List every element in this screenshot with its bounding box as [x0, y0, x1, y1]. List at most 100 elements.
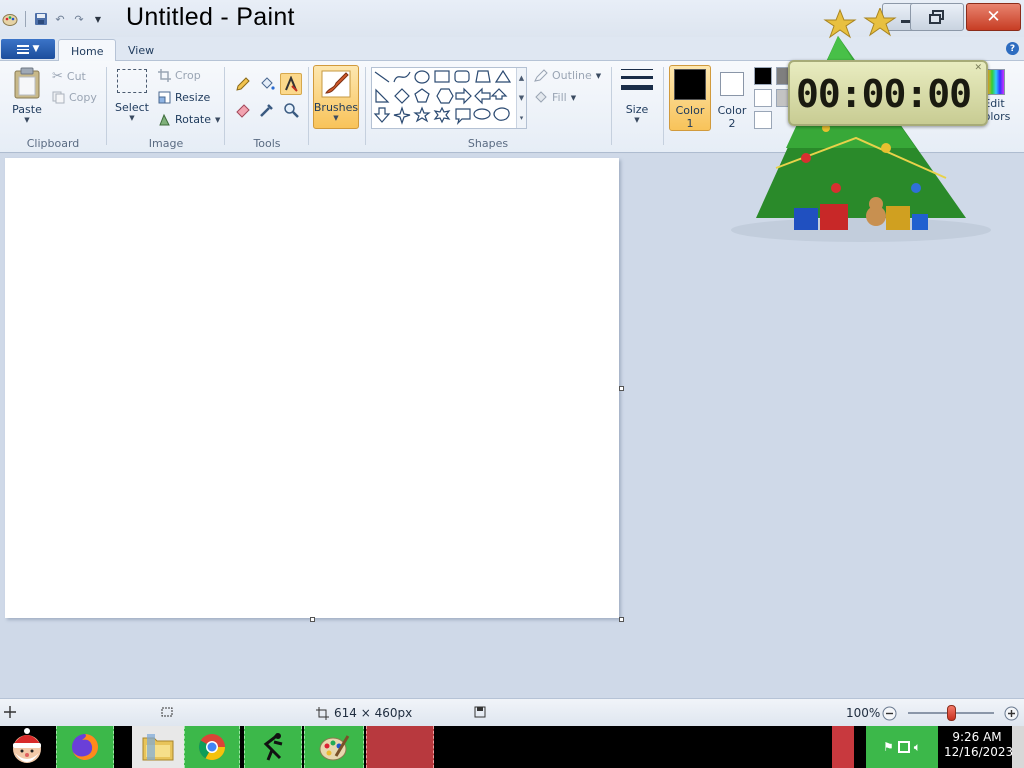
chevron-down-icon: ▼	[24, 116, 30, 124]
zoom-out-button[interactable]	[882, 706, 897, 721]
fill-icon	[535, 91, 547, 103]
chevron-down-icon: ▼	[129, 114, 135, 122]
volume-icon[interactable]: 🔈︎	[914, 740, 921, 755]
taskbar-item-red[interactable]	[366, 726, 434, 768]
size-button[interactable]: Size ▼	[618, 67, 656, 124]
folder-icon	[142, 734, 174, 761]
select-button[interactable]: Select ▼	[112, 69, 152, 122]
outline-button[interactable]: Outline ▼	[534, 69, 601, 82]
show-desktop-button[interactable]	[1012, 726, 1024, 768]
taskbar: ⚑ 🔈︎ 9:26 AM 12/16/2023	[0, 726, 1024, 768]
shapes-group-label: Shapes	[467, 137, 509, 150]
clock-date: 12/16/2023	[944, 745, 1014, 759]
paste-button[interactable]: Paste ▼	[8, 67, 46, 124]
close-icon[interactable]: ✕	[974, 63, 982, 73]
resize-handle-bottom[interactable]	[310, 617, 315, 622]
group-separator	[308, 67, 309, 145]
copy-button[interactable]: Copy	[52, 91, 97, 104]
taskbar-app-figure[interactable]	[244, 726, 302, 768]
clock-time: 9:26 AM	[952, 730, 1002, 744]
taskbar-firefox[interactable]	[56, 726, 114, 768]
undo-icon[interactable]: ↶	[52, 11, 68, 27]
flag-icon[interactable]: ⚑	[883, 740, 894, 754]
group-separator	[224, 67, 225, 145]
group-separator	[365, 67, 366, 145]
chrome-icon	[198, 734, 226, 761]
shapes-gallery-icons	[373, 69, 512, 125]
rotate-label: Rotate	[175, 113, 212, 126]
window-title: Untitled - Paint	[126, 3, 295, 31]
help-icon[interactable]: ?	[1006, 42, 1019, 55]
paint-palette-icon	[319, 735, 350, 761]
magnifier-icon[interactable]	[280, 99, 302, 121]
zoom-slider-thumb[interactable]	[946, 705, 956, 721]
group-separator	[611, 67, 612, 145]
save-icon[interactable]	[33, 11, 49, 27]
minus-icon	[882, 706, 897, 721]
tab-home[interactable]: Home	[58, 39, 117, 62]
eraser-icon[interactable]	[232, 99, 254, 121]
network-icon[interactable]	[897, 741, 910, 753]
resize-label: Resize	[175, 91, 211, 104]
line-width-icon	[621, 67, 653, 95]
zoom-level: 100%	[846, 706, 881, 720]
taskbar-chrome[interactable]	[184, 726, 240, 768]
rotate-icon	[159, 113, 170, 126]
brush-icon	[321, 70, 351, 98]
resize-handle-corner[interactable]	[619, 617, 624, 622]
text-tool-icon[interactable]	[280, 73, 302, 95]
brushes-button[interactable]: Brushes ▼	[313, 65, 359, 129]
shapes-scroll[interactable]: ▲ ▼ ▾	[516, 68, 526, 128]
chevron-down-icon: ▼	[333, 114, 339, 122]
chevron-down-icon: ▼	[595, 71, 602, 80]
resize-handle-right[interactable]	[619, 386, 624, 391]
qat-separator	[25, 11, 26, 27]
drawing-canvas[interactable]	[5, 158, 619, 618]
paint-app-icon[interactable]	[2, 11, 18, 27]
crop-button[interactable]: Crop	[158, 69, 201, 82]
copy-icon	[52, 91, 65, 104]
image-group-label: Image	[148, 137, 184, 150]
customize-qat-icon[interactable]: ▼	[90, 11, 106, 27]
select-label: Select	[115, 101, 149, 114]
crop-label: Crop	[175, 69, 201, 82]
clipboard-group-label: Clipboard	[26, 137, 80, 150]
color1-number: 1	[686, 117, 694, 130]
fill-label: Fill	[552, 91, 567, 104]
selection-icon	[117, 69, 147, 93]
canvas-size-icon	[316, 706, 329, 720]
tools-group-label: Tools	[253, 137, 281, 150]
chevron-down-icon: ▼	[215, 115, 221, 124]
fill-button[interactable]: Fill ▼	[534, 91, 576, 104]
start-button[interactable]	[0, 726, 54, 768]
shapes-gallery[interactable]: ▲ ▼ ▾	[371, 67, 527, 129]
christmas-tree-icon	[731, 6, 991, 242]
outline-label: Outline	[552, 69, 592, 82]
chevron-down-icon: ▼	[570, 93, 577, 102]
zoom-in-button[interactable]	[1004, 706, 1019, 721]
taskbar-file-explorer[interactable]	[132, 726, 184, 768]
countdown-timer-gadget[interactable]: 00:00:00 ✕	[788, 60, 988, 126]
plus-icon	[1004, 706, 1019, 721]
fill-bucket-icon[interactable]	[256, 73, 278, 95]
rotate-button[interactable]: Rotate ▼	[158, 113, 220, 126]
tray-item-red[interactable]	[832, 726, 854, 768]
resize-button[interactable]: Resize	[158, 91, 210, 104]
size-label: Size	[625, 103, 649, 116]
color1-swatch	[674, 69, 706, 100]
figure-app-icon	[263, 732, 283, 761]
taskbar-paint[interactable]	[304, 726, 364, 768]
canvas-size-readout: 614 × 460px	[316, 706, 412, 720]
color-picker-icon[interactable]	[256, 99, 278, 121]
outline-icon	[534, 69, 548, 82]
redo-icon[interactable]: ↷	[71, 11, 87, 27]
tab-view[interactable]: View	[116, 39, 166, 62]
cut-button[interactable]: ✂ Cut	[52, 69, 86, 84]
timer-display: 00:00:00	[796, 72, 972, 116]
taskbar-clock[interactable]: 9:26 AM 12/16/2023	[944, 730, 1014, 760]
pencil-icon[interactable]	[232, 73, 254, 95]
system-tray-icons: ⚑ 🔈︎	[866, 726, 938, 768]
color1-button[interactable]: Color 1	[669, 65, 711, 131]
paint-menu-button[interactable]: ▼	[1, 39, 55, 59]
paste-label: Paste	[12, 103, 42, 116]
